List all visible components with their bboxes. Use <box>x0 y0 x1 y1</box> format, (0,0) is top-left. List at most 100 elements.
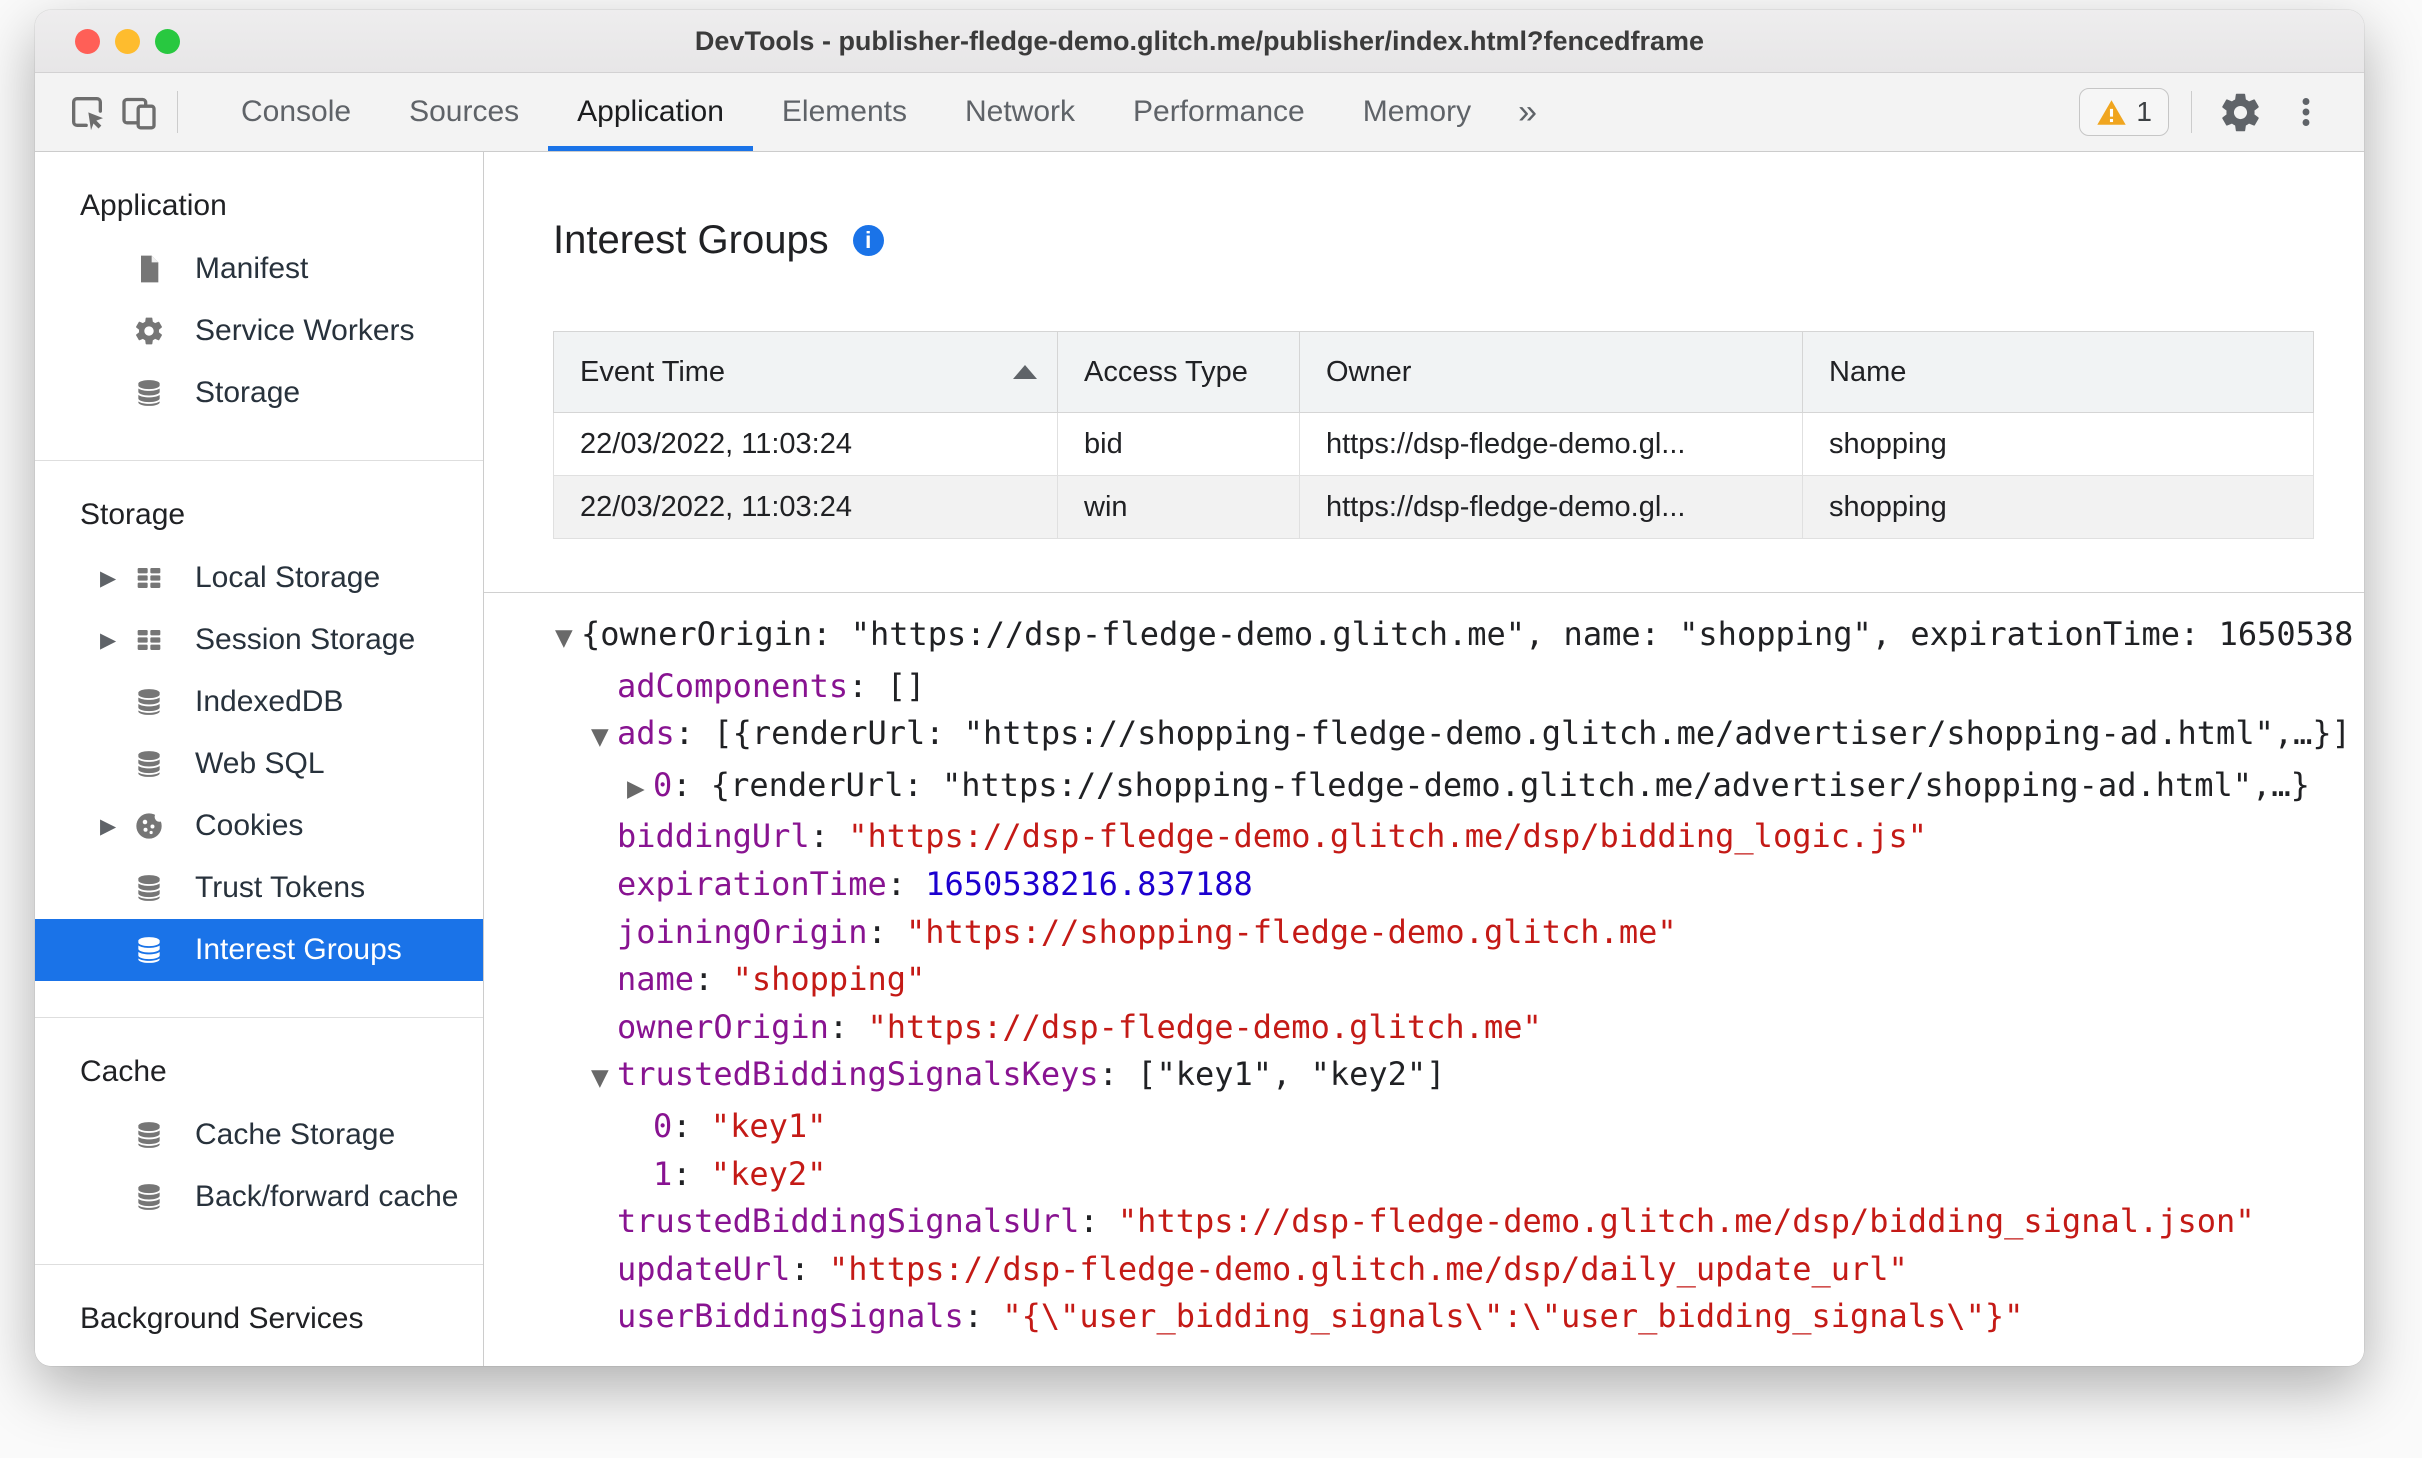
sidebar-item-local-storage[interactable]: ▶ Local Storage <box>35 547 483 609</box>
triangle-right-icon[interactable]: ▶ <box>627 766 653 814</box>
property-name: 0 <box>653 765 673 804</box>
sidebar-item-label: Cookies <box>195 809 304 842</box>
property-name: biddingUrl <box>617 817 810 856</box>
minimize-button[interactable] <box>115 28 140 54</box>
property-name: ownerOrigin <box>617 1007 829 1046</box>
menu-button[interactable] <box>2280 84 2332 140</box>
database-icon <box>133 748 165 780</box>
string-value: "key2" <box>710 1154 827 1193</box>
sidebar-item-background-fetch[interactable]: Background Fetch <box>35 1351 483 1366</box>
sidebar-item-cookies[interactable]: ▶ Cookies <box>35 795 483 857</box>
preview-text: : <box>672 1154 711 1193</box>
tree-node: adComponents: [] <box>484 663 2364 711</box>
preview-text: : [] <box>848 666 926 705</box>
tab-memory[interactable]: Memory <box>1334 73 1500 151</box>
document-icon <box>133 253 165 285</box>
string-value: "shopping" <box>732 960 926 999</box>
cookie-icon <box>133 810 165 842</box>
triangle-down-icon[interactable]: ▼ <box>591 714 617 762</box>
sidebar-item-trust-tokens[interactable]: Trust Tokens <box>35 857 483 919</box>
maximize-button[interactable] <box>155 28 180 54</box>
cell-event-time: 22/03/2022, 11:03:24 <box>553 412 1058 476</box>
tree-node-expandable[interactable]: ▶ 0: {renderUrl: "https://shopping-fledge… <box>484 762 2364 814</box>
tree-node: expirationTime: 1650538216.837188 <box>484 861 2364 909</box>
sidebar-item-back-forward-cache[interactable]: Back/forward cache <box>35 1166 483 1228</box>
sidebar-item-service-workers[interactable]: Service Workers <box>35 300 483 362</box>
titlebar[interactable]: DevTools - publisher-fledge-demo.glitch.… <box>35 10 2364 73</box>
sidebar-section-application: Application Manifest Service Workers Storag… <box>35 152 483 461</box>
column-header-access-type[interactable]: Access Type <box>1057 331 1300 413</box>
grid-icon <box>133 562 165 594</box>
tab-network[interactable]: Network <box>936 73 1104 151</box>
chevron-right-icon[interactable]: ▶ <box>100 814 133 838</box>
preview-text: : <box>1079 1202 1118 1241</box>
tree-node-expandable[interactable]: ▼ trustedBiddingSignalsKeys: ["key1", "ke… <box>484 1051 2364 1103</box>
sidebar-item-web-sql[interactable]: Web SQL <box>35 733 483 795</box>
sidebar-item-session-storage[interactable]: ▶ Session Storage <box>35 609 483 671</box>
sidebar-item-storage[interactable]: Storage <box>35 362 483 424</box>
column-header-label: Owner <box>1326 355 1412 388</box>
triangle-down-icon[interactable]: ▼ <box>555 615 581 663</box>
triangle-down-icon[interactable]: ▼ <box>591 1055 617 1103</box>
interest-groups-panel: Interest Groups i Event Time Access Type O… <box>484 152 2364 1366</box>
device-toolbar-button[interactable] <box>113 84 165 140</box>
tab-sources[interactable]: Sources <box>380 73 548 151</box>
warnings-badge[interactable]: 1 <box>2079 88 2169 136</box>
tree-node: joiningOrigin: "https://shopping-fledge-… <box>484 909 2364 957</box>
cell-access-type: win <box>1057 475 1300 539</box>
number-value: 1650538216.837188 <box>925 864 1253 903</box>
string-value: "https://dsp-fledge-demo.glitch.me" <box>867 1007 1542 1046</box>
three-dots-icon <box>2302 98 2310 126</box>
warning-icon <box>2097 99 2127 125</box>
table-row[interactable]: 22/03/2022, 11:03:24 bid https://dsp-fledg… <box>553 412 2314 476</box>
sidebar-item-label: Local Storage <box>195 561 381 594</box>
tab-application[interactable]: Application <box>548 73 753 151</box>
property-name: trustedBiddingSignalsUrl <box>617 1202 1080 1241</box>
warning-count: 1 <box>2136 96 2152 127</box>
inspect-element-button[interactable] <box>61 84 113 140</box>
tree-node: biddingUrl: "https://dsp-fledge-demo.gli… <box>484 813 2364 861</box>
sidebar-item-indexeddb[interactable]: IndexedDB <box>35 671 483 733</box>
tree-view: ▼ {ownerOrigin: "https://dsp-fledge-demo.… <box>484 593 2364 1341</box>
sidebar-item-interest-groups[interactable]: Interest Groups <box>35 919 483 981</box>
inspect-icon <box>72 97 103 131</box>
sidebar-section-header: Background Services <box>80 1302 364 1335</box>
sort-ascending-icon <box>1013 365 1037 379</box>
chevron-right-icon[interactable]: ▶ <box>100 566 133 590</box>
preview-text: : <box>790 1249 829 1288</box>
property-name: name <box>617 960 695 999</box>
info-icon[interactable]: i <box>852 225 884 256</box>
column-header-event-time[interactable]: Event Time <box>553 331 1058 413</box>
chevron-right-icon[interactable]: ▶ <box>100 628 133 652</box>
more-tabs-button[interactable]: » <box>1500 93 1555 132</box>
tab-elements[interactable]: Elements <box>753 73 936 151</box>
column-header-owner[interactable]: Owner <box>1299 331 1803 413</box>
devtools-toolbar: Console Sources Application Elements Network… <box>35 73 2364 152</box>
sidebar-item-cache-storage[interactable]: Cache Storage <box>35 1104 483 1166</box>
tree-node-expandable[interactable]: ▼ ads: [{renderUrl: "https://shopping-fle… <box>484 710 2364 762</box>
tree-node-expandable[interactable]: ▼ {ownerOrigin: "https://dsp-fledge-demo.… <box>484 611 2364 663</box>
sidebar-item-label: Background Fetch <box>195 1365 438 1366</box>
tree-node: trustedBiddingSignalsUrl: "https://dsp-f… <box>484 1198 2364 1246</box>
property-name: userBiddingSignals <box>617 1297 964 1336</box>
page-title: Interest Groups <box>553 218 829 262</box>
table-row[interactable]: 22/03/2022, 11:03:24 win https://dsp-fledg… <box>553 475 2314 539</box>
tree-node: 0: "key1" <box>484 1103 2364 1151</box>
devtools-content: Application Manifest Service Workers Storag… <box>35 152 2364 1366</box>
property-name: joiningOrigin <box>617 912 868 951</box>
close-button[interactable] <box>75 28 100 54</box>
sidebar-section-cache: Cache Cache Storage Back/forward cache <box>35 1018 483 1265</box>
settings-button[interactable] <box>2214 84 2266 140</box>
property-name: 1 <box>653 1154 673 1193</box>
database-icon <box>133 686 165 718</box>
sidebar-item-manifest[interactable]: Manifest <box>35 238 483 300</box>
toolbar-separator <box>177 91 178 133</box>
tab-console[interactable]: Console <box>212 73 380 151</box>
string-value: "{\"user_bidding_signals\":\"user_biddin… <box>1002 1297 2024 1336</box>
toolbar-separator <box>2191 91 2192 133</box>
column-header-name[interactable]: Name <box>1802 331 2314 413</box>
tree-node: name: "shopping" <box>484 956 2364 1004</box>
cell-access-type: bid <box>1057 412 1300 476</box>
tab-performance[interactable]: Performance <box>1104 73 1334 151</box>
database-icon <box>133 872 165 904</box>
